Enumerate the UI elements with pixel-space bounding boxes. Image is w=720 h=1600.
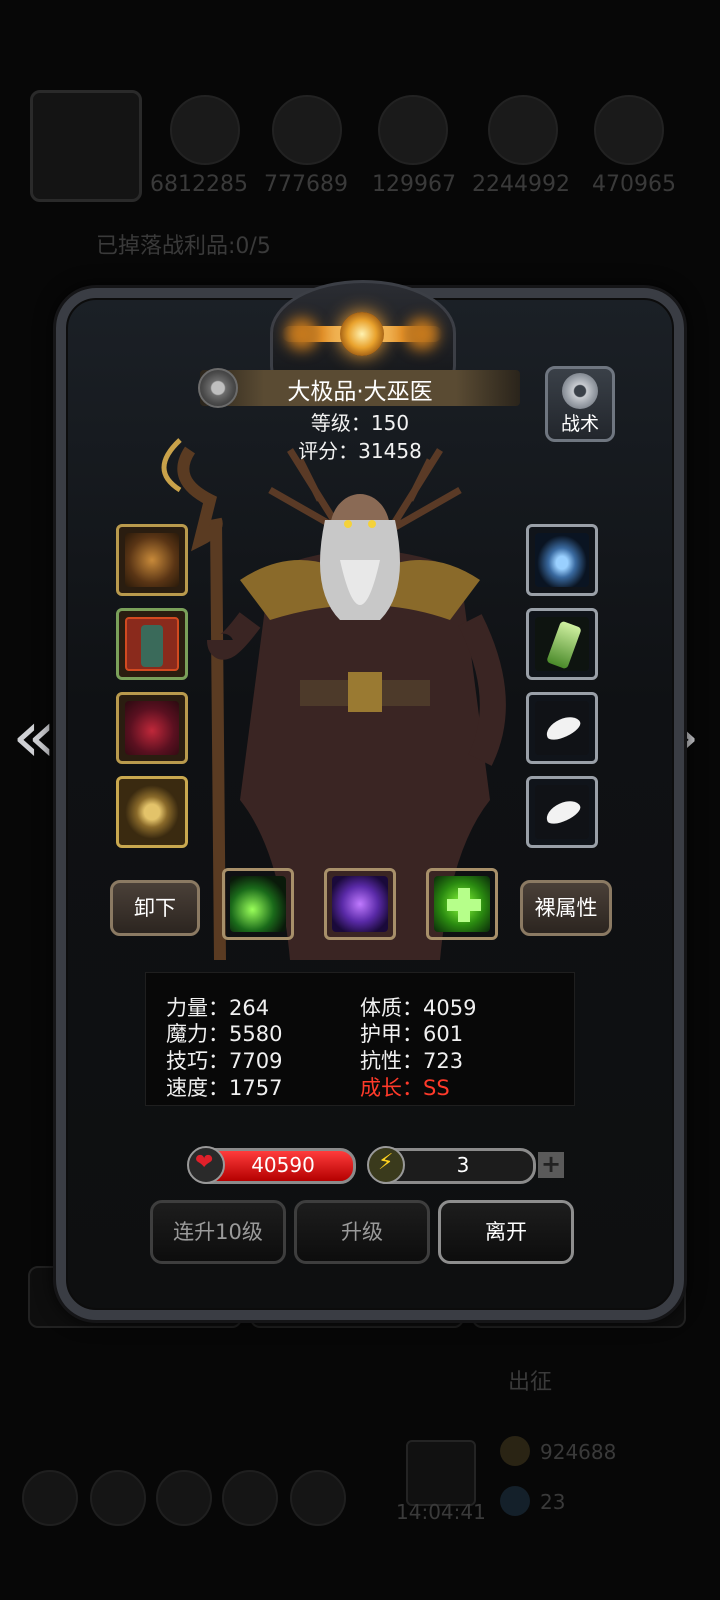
equip-slot-wing-2[interactable] bbox=[526, 776, 598, 848]
upgrade-10-levels-button[interactable]: 连升10级 bbox=[150, 1200, 286, 1264]
stat-resistance: 抗性：723 bbox=[360, 1049, 464, 1073]
player-avatar bbox=[30, 90, 142, 202]
add-energy-button[interactable]: + bbox=[538, 1152, 564, 1178]
hp-value: 40590 bbox=[251, 1153, 315, 1177]
sun-emblem-icon bbox=[340, 312, 384, 356]
gear-icon bbox=[562, 373, 598, 409]
energy-bar: ⚡ 3 bbox=[367, 1146, 536, 1184]
stat-armor: 护甲：601 bbox=[360, 1022, 464, 1046]
heal-cross-skill-icon bbox=[434, 876, 490, 932]
gold-value: 924688 bbox=[540, 1440, 617, 1464]
wing-feather-icon bbox=[535, 785, 589, 839]
resource-value: 470965 bbox=[592, 172, 676, 197]
march-label: 出征 bbox=[508, 1370, 553, 1395]
stat-magic: 魔力：5580 bbox=[166, 1022, 283, 1046]
equip-slot-armor[interactable] bbox=[116, 608, 188, 680]
leave-button[interactable]: 离开 bbox=[438, 1200, 574, 1264]
equip-slot-wing-1[interactable] bbox=[526, 692, 598, 764]
red-helmet-icon bbox=[125, 701, 179, 755]
equip-slot-weapon[interactable] bbox=[116, 524, 188, 596]
dock-icon bbox=[222, 1470, 278, 1526]
stat-speed: 速度：1757 bbox=[166, 1076, 283, 1100]
resource-icon bbox=[594, 95, 664, 165]
upgrade-button[interactable]: 升级 bbox=[294, 1200, 430, 1264]
resource-value: 6812285 bbox=[150, 172, 248, 197]
hero-name: 大极品·大巫医 bbox=[287, 379, 433, 405]
gem-value: 23 bbox=[540, 1490, 566, 1514]
green-crystal-icon bbox=[535, 617, 589, 671]
energy-value: 3 bbox=[456, 1153, 470, 1177]
unequip-button[interactable]: 卸下 bbox=[110, 880, 200, 936]
halo-ring-icon bbox=[535, 533, 589, 587]
resource-value: 129967 bbox=[372, 172, 456, 197]
equip-slot-ring[interactable] bbox=[526, 524, 598, 596]
resource-icon bbox=[378, 95, 448, 165]
equip-slot-amulet[interactable] bbox=[116, 776, 188, 848]
clock: 14:04:41 bbox=[396, 1500, 486, 1524]
tactics-button[interactable]: 战术 bbox=[545, 366, 615, 442]
dock-icon bbox=[90, 1470, 146, 1526]
tactics-label: 战术 bbox=[560, 413, 599, 435]
amulet-icon bbox=[125, 785, 179, 839]
skill-slot-3[interactable] bbox=[426, 868, 498, 940]
dock-icon bbox=[156, 1470, 212, 1526]
robe-armor-icon bbox=[125, 617, 179, 671]
dock-icon bbox=[290, 1470, 346, 1526]
resource-icon bbox=[170, 95, 240, 165]
gem-icon bbox=[500, 1486, 530, 1516]
stat-growth: 成长：SS bbox=[360, 1076, 450, 1100]
base-attributes-button[interactable]: 裸属性 bbox=[520, 880, 612, 936]
hero-score: 评分：31458 bbox=[298, 439, 422, 463]
equip-slot-helmet[interactable] bbox=[116, 692, 188, 764]
skill-slot-2[interactable] bbox=[324, 868, 396, 940]
loot-status: 已掉落战利品:0/5 bbox=[96, 234, 271, 259]
green-slash-skill-icon bbox=[230, 876, 286, 932]
dock-icon bbox=[22, 1470, 78, 1526]
wing-feather-icon bbox=[535, 701, 589, 755]
resource-value: 777689 bbox=[264, 172, 348, 197]
previous-hero-arrow-icon[interactable]: « bbox=[12, 700, 56, 772]
skill-slot-1[interactable] bbox=[222, 868, 294, 940]
resource-icon bbox=[272, 95, 342, 165]
staff-weapon-icon bbox=[125, 533, 179, 587]
purple-curse-skill-icon bbox=[332, 876, 388, 932]
hero-level: 等级：150 bbox=[310, 411, 410, 435]
equip-slot-crystal[interactable] bbox=[526, 608, 598, 680]
gold-coin-icon bbox=[500, 1436, 530, 1466]
resource-value: 2244992 bbox=[472, 172, 570, 197]
stat-skill: 技巧：7709 bbox=[166, 1049, 283, 1073]
gift-box-icon bbox=[406, 1440, 476, 1506]
hp-bar: ❤ 40590 bbox=[187, 1146, 356, 1184]
resource-icon bbox=[488, 95, 558, 165]
